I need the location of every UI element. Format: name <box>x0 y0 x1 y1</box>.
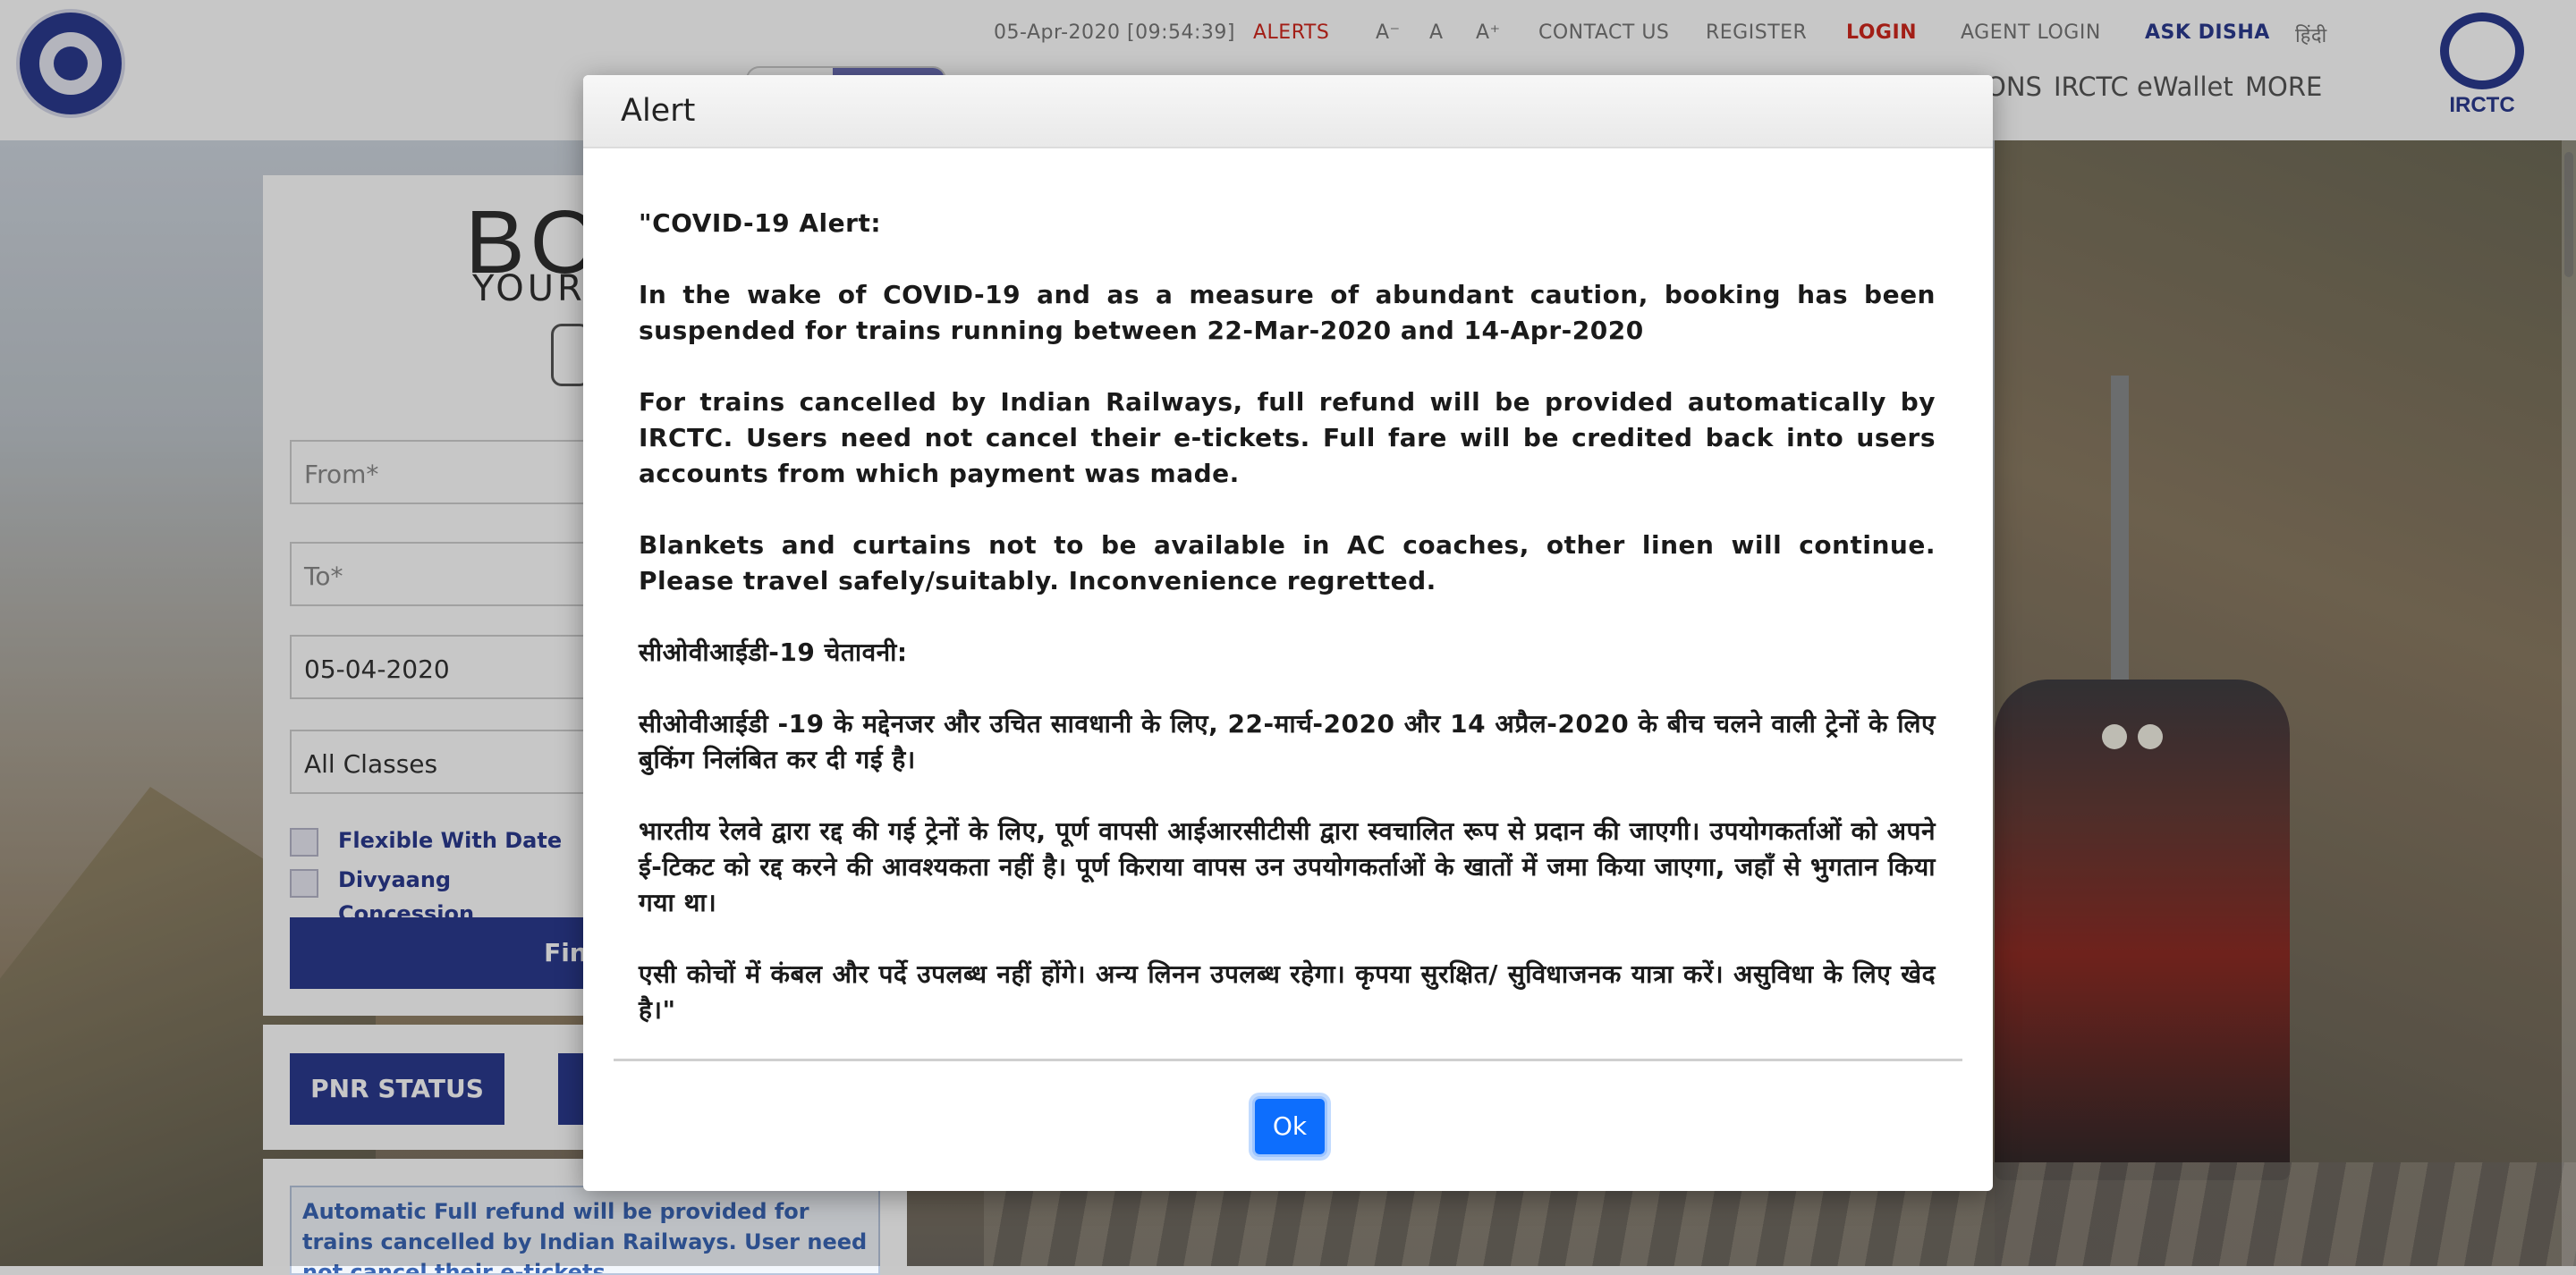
alert-refund-hi: भारतीय रेलवे द्वारा रद्द की गई ट्रेनों क… <box>639 816 1936 917</box>
ok-button[interactable]: Ok <box>1252 1096 1327 1157</box>
dialog-divider <box>614 1059 1962 1061</box>
alert-dialog: Alert "COVID-19 Alert: In the wake of CO… <box>583 75 1993 1191</box>
alert-heading-en: "COVID-19 Alert: <box>639 208 882 238</box>
alert-linen-en: Blankets and curtains not to be availabl… <box>639 530 1936 595</box>
alert-booking-suspended-hi: सीओवीआईडी -19 के मद्देनजर और उचित सावधान… <box>639 709 1936 774</box>
alert-booking-suspended-en: In the wake of COVID-19 and as a measure… <box>639 280 1936 345</box>
dialog-title: Alert <box>621 93 696 129</box>
alert-refund-en: For trains cancelled by Indian Railways,… <box>639 387 1936 488</box>
alert-linen-hi: एसी कोचों में कंबल और पर्दे उपलब्ध नहीं … <box>639 959 1936 1025</box>
dialog-body: "COVID-19 Alert: In the wake of COVID-19… <box>639 206 1936 1064</box>
dialog-header: Alert <box>583 75 1993 148</box>
alert-heading-hi: सीओवीआईडी-19 चेतावनी: <box>639 638 908 667</box>
